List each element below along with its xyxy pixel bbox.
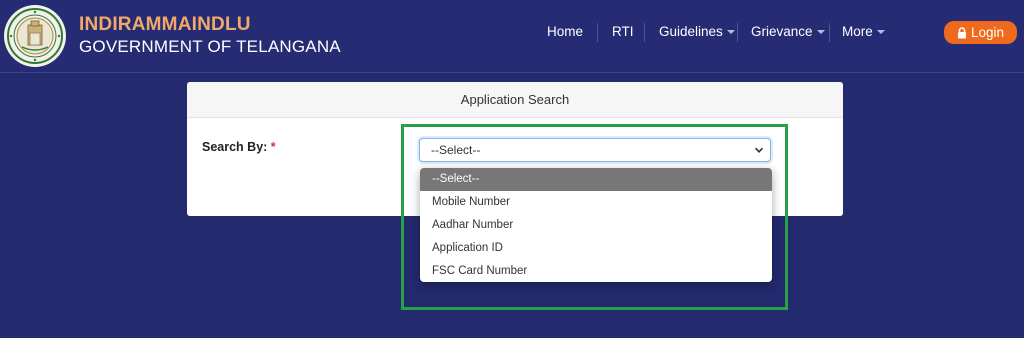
site-header: INDIRAMMAINDLU GOVERNMENT OF TELANGANA H… bbox=[0, 0, 1024, 73]
nav-divider bbox=[829, 23, 830, 42]
nav-divider bbox=[737, 23, 738, 42]
option-mobile-number[interactable]: Mobile Number bbox=[420, 191, 772, 214]
nav-divider bbox=[644, 23, 645, 42]
option-fsc-card-number[interactable]: FSC Card Number bbox=[420, 260, 772, 282]
card-title: Application Search bbox=[187, 82, 843, 118]
nav-home-label: Home bbox=[547, 24, 584, 39]
lock-icon bbox=[957, 26, 966, 38]
login-button[interactable]: Login bbox=[944, 21, 1017, 44]
nav-grievance[interactable]: Grievance bbox=[751, 24, 825, 39]
caret-down-icon bbox=[876, 30, 885, 35]
nav-rti[interactable]: RTI bbox=[612, 24, 634, 39]
main-nav: Home RTI Guidelines Grievance More bbox=[0, 23, 1024, 42]
nav-more[interactable]: More bbox=[842, 24, 885, 39]
caret-down-icon bbox=[726, 30, 735, 35]
search-by-select[interactable]: --Select-- bbox=[419, 138, 771, 162]
nav-more-label: More bbox=[842, 24, 873, 39]
search-by-options: --Select-- Mobile Number Aadhar Number A… bbox=[420, 168, 772, 282]
caret-down-icon bbox=[816, 30, 825, 35]
option-select[interactable]: --Select-- bbox=[420, 168, 772, 191]
option-aadhar-number[interactable]: Aadhar Number bbox=[420, 214, 772, 237]
card-title-text: Application Search bbox=[460, 92, 570, 107]
login-label: Login bbox=[970, 25, 1005, 40]
nav-home[interactable]: Home bbox=[547, 24, 583, 39]
nav-divider bbox=[597, 23, 598, 42]
option-application-id[interactable]: Application ID bbox=[420, 237, 772, 260]
chevron-down-icon bbox=[754, 147, 764, 153]
select-value: --Select-- bbox=[431, 143, 481, 157]
search-by-text: Search By: bbox=[202, 140, 268, 154]
search-by-label: Search By: * bbox=[202, 140, 276, 154]
nav-rti-label: RTI bbox=[612, 24, 634, 39]
required-mark: * bbox=[270, 140, 276, 154]
nav-guidelines[interactable]: Guidelines bbox=[659, 24, 735, 39]
nav-guidelines-label: Guidelines bbox=[659, 24, 723, 39]
nav-grievance-label: Grievance bbox=[751, 24, 813, 39]
